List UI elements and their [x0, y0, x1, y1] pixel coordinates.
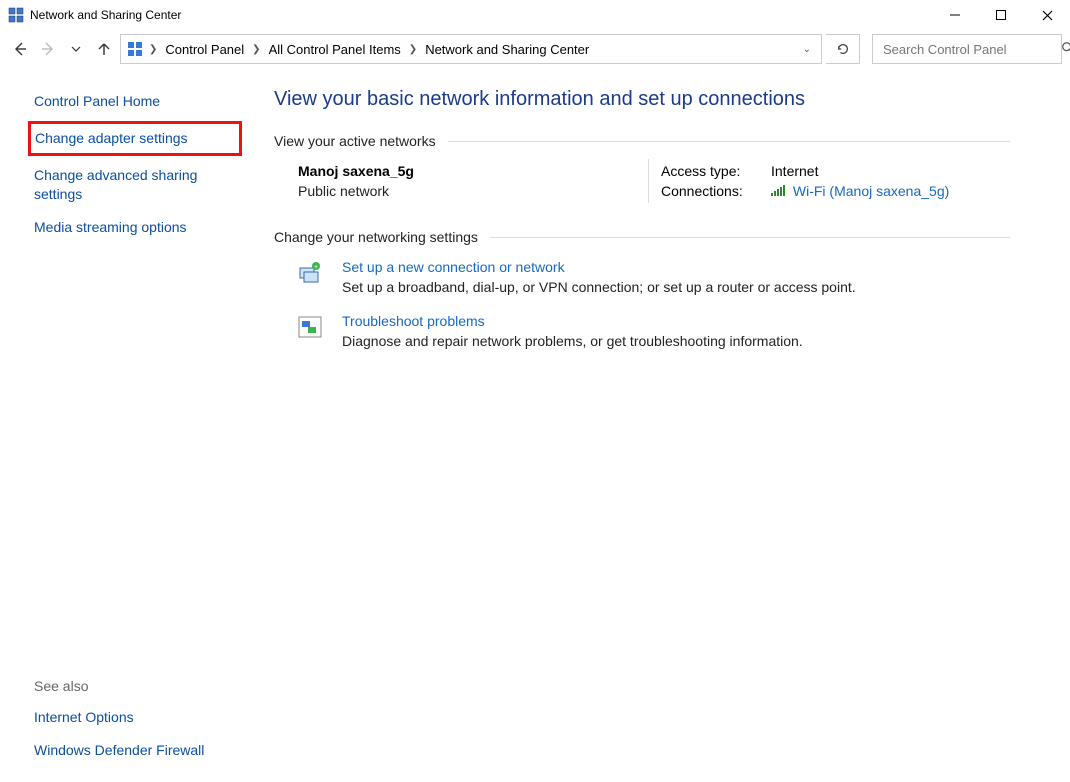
sidebar-link-media[interactable]: Media streaming options	[34, 214, 236, 241]
section-change-settings: Change your networking settings	[274, 229, 1010, 245]
sidebar: Control Panel Home Change adapter settin…	[0, 68, 250, 782]
connections-label: Connections:	[661, 183, 771, 199]
svg-text:+: +	[314, 264, 318, 271]
see-also-heading: See also	[34, 678, 236, 694]
address-bar[interactable]: ❯ Control Panel ❯ All Control Panel Item…	[120, 34, 822, 64]
app-icon	[8, 7, 24, 23]
close-button[interactable]	[1024, 0, 1070, 30]
setting-new-connection[interactable]: + Set up a new connection or network Set…	[296, 259, 1010, 295]
sidebar-link-home[interactable]: Control Panel Home	[34, 88, 236, 115]
minimize-button[interactable]	[932, 0, 978, 30]
troubleshoot-icon	[296, 313, 324, 341]
connection-icon: +	[296, 259, 324, 287]
back-button[interactable]	[8, 34, 32, 64]
active-network-row: Manoj saxena_5g Public network Access ty…	[298, 163, 1010, 203]
up-button[interactable]	[92, 34, 116, 64]
vertical-divider	[648, 159, 649, 203]
access-type-value: Internet	[771, 163, 818, 179]
refresh-button[interactable]	[826, 34, 860, 64]
section-active-networks: View your active networks	[274, 133, 1010, 149]
highlighted-link-box: Change adapter settings	[28, 121, 242, 156]
network-name: Manoj saxena_5g	[298, 163, 648, 179]
connection-link[interactable]: Wi-Fi (Manoj saxena_5g)	[793, 183, 949, 199]
search-icon[interactable]	[1061, 41, 1070, 58]
setting-troubleshoot[interactable]: Troubleshoot problems Diagnose and repai…	[296, 313, 1010, 349]
main-content: View your basic network information and …	[250, 68, 1070, 782]
recent-locations-button[interactable]	[64, 34, 88, 64]
titlebar: Network and Sharing Center	[0, 0, 1070, 30]
sidebar-link-advanced[interactable]: Change advanced sharing settings	[34, 162, 236, 208]
forward-button[interactable]	[36, 34, 60, 64]
chevron-right-icon[interactable]: ❯	[407, 44, 419, 55]
maximize-button[interactable]	[978, 0, 1024, 30]
setting-desc: Set up a broadband, dial-up, or VPN conn…	[342, 279, 856, 295]
sidebar-link-adapter[interactable]: Change adapter settings	[35, 127, 233, 150]
breadcrumb-item[interactable]: Control Panel	[161, 40, 248, 59]
search-box[interactable]	[872, 34, 1062, 64]
address-bar-icon	[125, 39, 145, 59]
network-type: Public network	[298, 183, 648, 199]
sidebar-link-firewall[interactable]: Windows Defender Firewall	[34, 737, 236, 764]
address-dropdown-button[interactable]: ⌄	[797, 44, 817, 55]
access-type-label: Access type:	[661, 163, 771, 179]
search-input[interactable]	[881, 41, 1061, 58]
chevron-right-icon[interactable]: ❯	[250, 44, 262, 55]
chevron-right-icon[interactable]: ❯	[147, 44, 159, 55]
breadcrumb-item[interactable]: All Control Panel Items	[265, 40, 405, 59]
wifi-signal-icon	[771, 184, 785, 196]
breadcrumb-item[interactable]: Network and Sharing Center	[421, 40, 593, 59]
page-title: View your basic network information and …	[274, 88, 1010, 111]
toolbar: ❯ Control Panel ❯ All Control Panel Item…	[0, 30, 1070, 68]
setting-title: Troubleshoot problems	[342, 313, 803, 329]
sidebar-link-internet-options[interactable]: Internet Options	[34, 704, 236, 731]
setting-desc: Diagnose and repair network problems, or…	[342, 333, 803, 349]
setting-title: Set up a new connection or network	[342, 259, 856, 275]
section-label: View your active networks	[274, 133, 448, 149]
section-label: Change your networking settings	[274, 229, 490, 245]
window-title: Network and Sharing Center	[30, 8, 181, 22]
